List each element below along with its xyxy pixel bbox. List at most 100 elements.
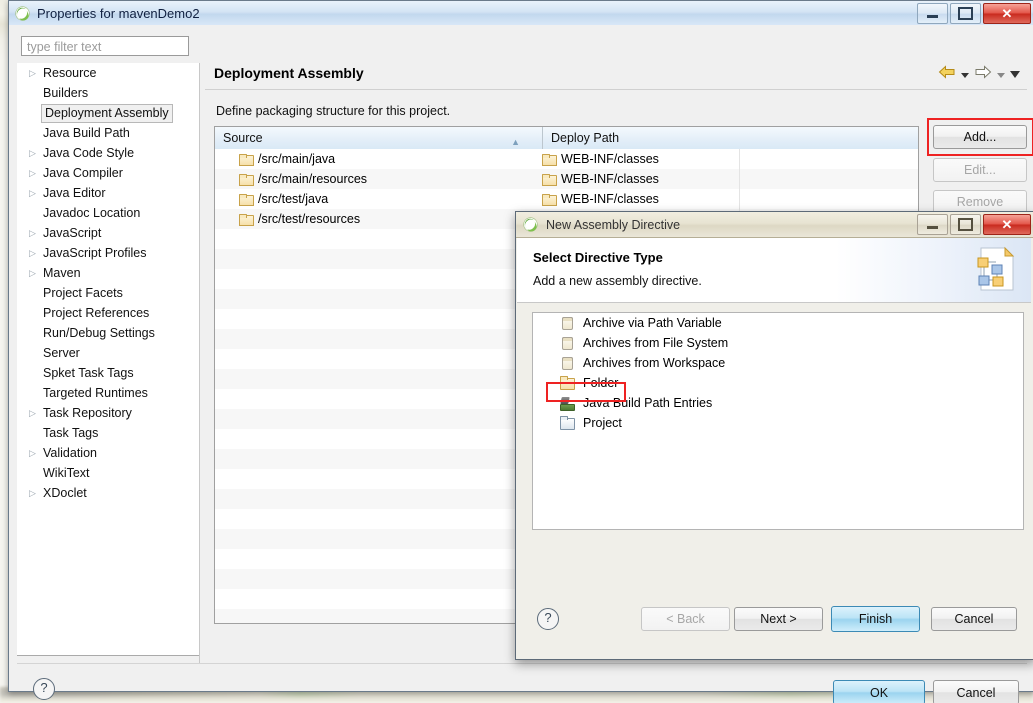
navigation-controls (938, 65, 1020, 82)
folder-icon (542, 153, 557, 166)
column-header-deploy-path-label: Deploy Path (551, 131, 620, 145)
dialog-close-button[interactable]: ✕ (983, 214, 1031, 235)
title-divider (205, 89, 1027, 90)
folder-icon (239, 193, 254, 206)
list-item-project[interactable]: Project (533, 413, 1023, 433)
sidebar-item-label: Javadoc Location (43, 206, 141, 220)
table-row[interactable]: /src/main/java WEB-INF/classes (215, 149, 918, 169)
folder-icon (239, 153, 254, 166)
chevron-right-icon[interactable]: ▷ (29, 403, 41, 423)
eclipse-icon (523, 217, 538, 232)
sidebar-item-label: Maven (43, 266, 81, 280)
cell-deploy-path: WEB-INF/classes (534, 152, 918, 166)
sidebar-item-xdoclet[interactable]: ▷ XDoclet (17, 483, 199, 503)
chevron-right-icon[interactable]: ▷ (29, 243, 41, 263)
chevron-right-icon[interactable]: ▷ (29, 63, 41, 83)
page-description: Define packaging structure for this proj… (216, 104, 451, 118)
cell-source: /src/main/java (215, 152, 534, 166)
list-item-label: Archives from File System (583, 336, 729, 350)
preferences-tree[interactable]: ▷ Resource Builders Deployment Assembly Java… (17, 63, 200, 656)
cell-source: /src/main/resources (215, 172, 534, 186)
screen: Properties for mavenDemo2 ✕ type filter … (0, 0, 1033, 703)
sidebar-item-label: JavaScript Profiles (43, 246, 147, 260)
chevron-right-icon[interactable]: ▷ (29, 483, 41, 503)
sidebar-item-label: Java Code Style (43, 146, 135, 160)
sidebar-item-deployment-assembly[interactable]: Deployment Assembly (17, 103, 199, 123)
sidebar-item-label: XDoclet (43, 486, 87, 500)
sidebar-item-javascript-profiles[interactable]: ▷ JavaScript Profiles (17, 243, 199, 263)
sidebar-item-label: Resource (43, 66, 97, 80)
sidebar-item-java-compiler[interactable]: ▷ Java Compiler (17, 163, 199, 183)
view-menu-icon[interactable] (1010, 67, 1020, 81)
cell-source-label: /src/test/java (258, 192, 329, 206)
table-row[interactable]: /src/main/resources WEB-INF/classes (215, 169, 918, 189)
jar-icon (559, 316, 575, 330)
directive-type-list[interactable]: Archive via Path Variable Archives from F… (532, 312, 1024, 530)
sidebar-item-maven[interactable]: ▷ Maven (17, 263, 199, 283)
sidebar-item-spket-task-tags[interactable]: Spket Task Tags (17, 363, 199, 383)
next-button[interactable]: Next > (734, 607, 823, 631)
sidebar-item-javascript[interactable]: ▷ JavaScript (17, 223, 199, 243)
sidebar-item-wikitext[interactable]: WikiText (17, 463, 199, 483)
forward-arrow-icon[interactable] (974, 65, 992, 82)
edit-button: Edit... (933, 158, 1027, 182)
chevron-right-icon[interactable]: ▷ (29, 143, 41, 163)
sidebar-item-java-code-style[interactable]: ▷ Java Code Style (17, 143, 199, 163)
sidebar-item-label: Task Repository (43, 406, 132, 420)
column-header-source[interactable]: Source ▲ (215, 127, 543, 149)
back-arrow-icon[interactable] (938, 65, 956, 82)
sidebar-item-resource[interactable]: ▷ Resource (17, 63, 199, 83)
list-item-label: Project (583, 416, 622, 430)
cell-deploy-path: WEB-INF/classes (534, 192, 918, 206)
sidebar-item-project-references[interactable]: Project References (17, 303, 199, 323)
forward-dropdown-icon[interactable] (997, 67, 1005, 81)
sidebar-item-server[interactable]: Server (17, 343, 199, 363)
sidebar-item-javadoc-location[interactable]: Javadoc Location (17, 203, 199, 223)
folder-icon (239, 213, 254, 226)
chevron-right-icon[interactable]: ▷ (29, 263, 41, 283)
close-button[interactable]: ✕ (983, 3, 1031, 24)
window-controls: ✕ (917, 3, 1031, 24)
list-item-archive-via-path-variable[interactable]: Archive via Path Variable (533, 313, 1023, 333)
column-header-deploy-path[interactable]: Deploy Path (543, 127, 918, 149)
sidebar-item-validation[interactable]: ▷ Validation (17, 443, 199, 463)
finish-button[interactable]: Finish (831, 606, 920, 632)
dialog-minimize-button[interactable] (917, 214, 948, 235)
sidebar-item-task-tags[interactable]: Task Tags (17, 423, 199, 443)
chevron-right-icon[interactable]: ▷ (29, 163, 41, 183)
table-row[interactable]: /src/test/java WEB-INF/classes (215, 189, 918, 209)
dialog-help-icon[interactable]: ? (537, 608, 559, 630)
back-dropdown-icon[interactable] (961, 67, 969, 81)
properties-window-title: Properties for mavenDemo2 (37, 5, 200, 21)
ok-button[interactable]: OK (833, 680, 925, 703)
sidebar-item-java-editor[interactable]: ▷ Java Editor (17, 183, 199, 203)
footer-divider (17, 663, 1027, 664)
sidebar-item-builders[interactable]: Builders (17, 83, 199, 103)
chevron-right-icon[interactable]: ▷ (29, 183, 41, 203)
sidebar-item-project-facets[interactable]: Project Facets (17, 283, 199, 303)
sidebar-item-targeted-runtimes[interactable]: Targeted Runtimes (17, 383, 199, 403)
chevron-right-icon[interactable]: ▷ (29, 443, 41, 463)
list-item-label: Archives from Workspace (583, 356, 726, 370)
search-input[interactable]: type filter text (21, 36, 189, 56)
chevron-right-icon[interactable]: ▷ (29, 223, 41, 243)
add-button-highlight (927, 118, 1033, 156)
sidebar-item-task-repository[interactable]: ▷ Task Repository (17, 403, 199, 423)
folder-item-highlight (546, 382, 626, 402)
minimize-button[interactable] (917, 3, 948, 24)
sidebar-item-label: Java Build Path (43, 126, 130, 140)
sidebar-item-run-debug-settings[interactable]: Run/Debug Settings (17, 323, 199, 343)
list-item-archives-from-file-system[interactable]: Archives from File System (533, 333, 1023, 353)
project-icon (559, 416, 575, 430)
dialog-cancel-button[interactable]: Cancel (931, 607, 1017, 631)
eclipse-icon (15, 5, 30, 21)
cell-deploy-path-label: WEB-INF/classes (561, 172, 659, 186)
dialog-titlebar: New Assembly Directive ✕ (516, 212, 1033, 238)
help-icon[interactable]: ? (33, 678, 55, 700)
maximize-button[interactable] (950, 3, 981, 24)
dialog-maximize-button[interactable] (950, 214, 981, 235)
sidebar-item-java-build-path[interactable]: Java Build Path (17, 123, 199, 143)
cancel-button[interactable]: Cancel (933, 680, 1019, 703)
folder-icon (542, 173, 557, 186)
list-item-archives-from-workspace[interactable]: Archives from Workspace (533, 353, 1023, 373)
